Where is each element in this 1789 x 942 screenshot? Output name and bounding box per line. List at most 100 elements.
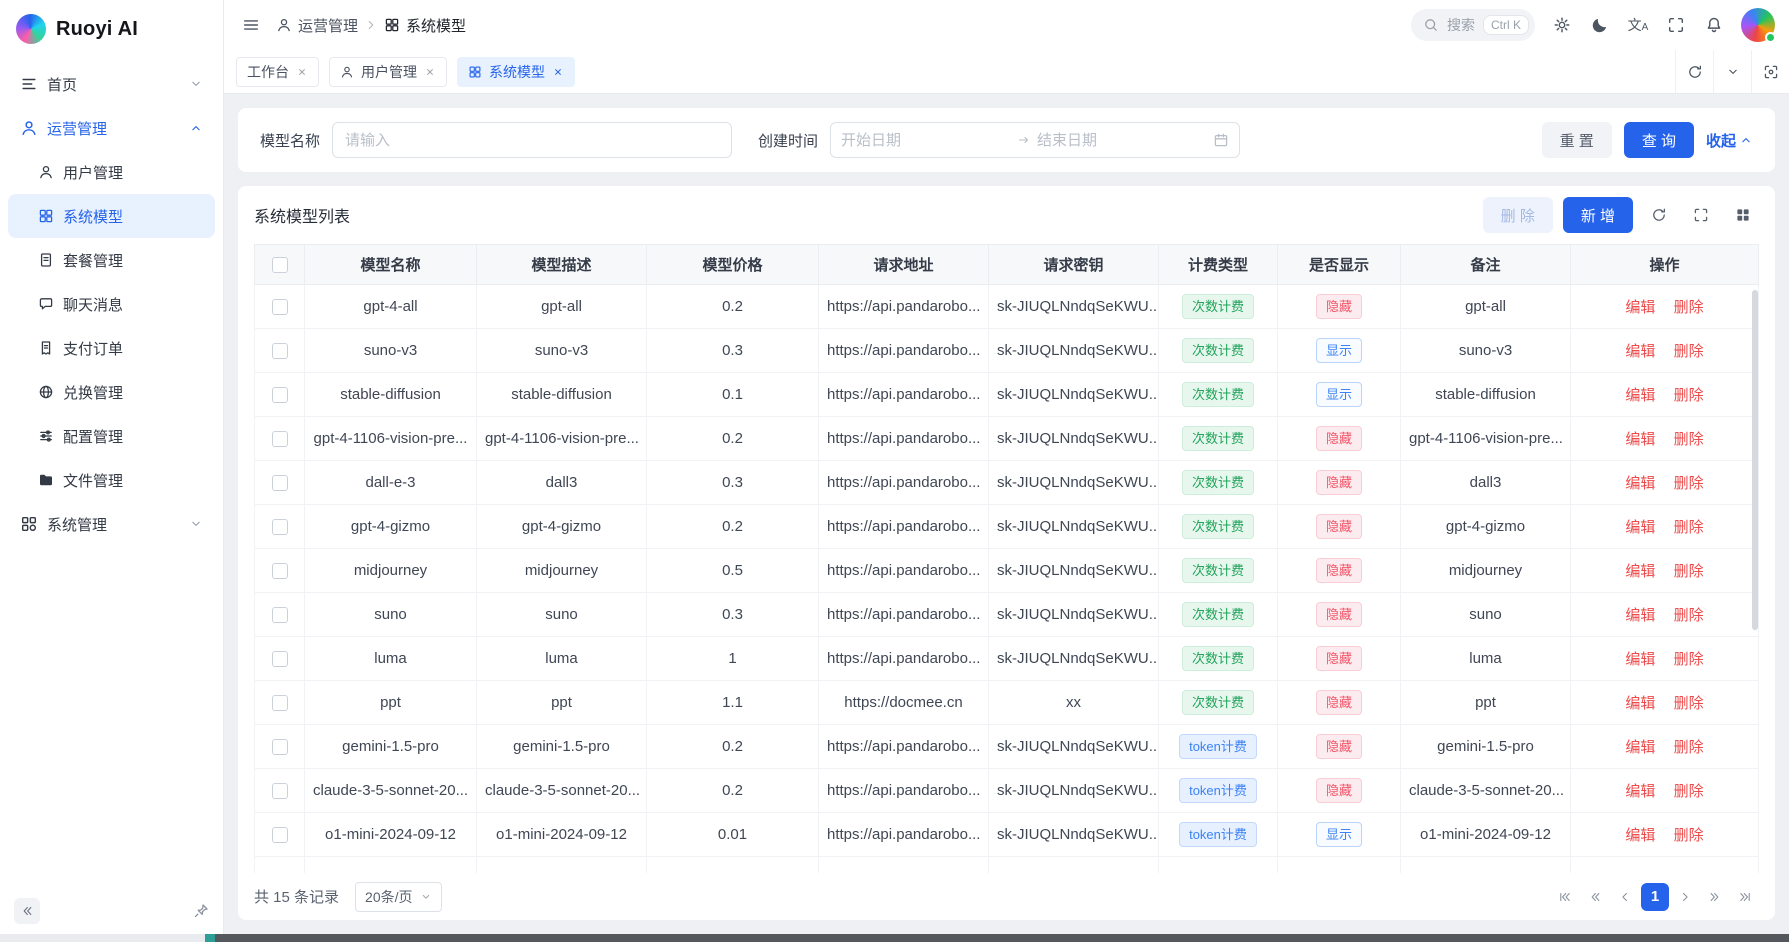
edit-link[interactable]: 编辑 — [1625, 299, 1655, 316]
tab-user-management[interactable]: 用户管理 — [329, 57, 447, 87]
dark-mode-button[interactable] — [1583, 8, 1617, 42]
row-checkbox[interactable] — [272, 739, 288, 755]
cell-billing-type: 次数计费 — [1159, 505, 1278, 549]
search-icon — [1423, 17, 1439, 33]
fullscreen-button[interactable] — [1659, 8, 1693, 42]
row-checkbox[interactable] — [272, 651, 288, 667]
page-number-button[interactable]: 1 — [1641, 883, 1669, 911]
tab-workbench[interactable]: 工作台 — [236, 57, 319, 87]
row-checkbox[interactable] — [272, 563, 288, 579]
sidebar-item-package-management[interactable]: 套餐管理 — [8, 238, 215, 282]
edit-link[interactable]: 编辑 — [1625, 431, 1655, 448]
global-search[interactable]: 搜索 Ctrl K — [1411, 9, 1535, 41]
settings-button[interactable] — [1545, 8, 1579, 42]
row-checkbox[interactable] — [272, 519, 288, 535]
delete-link[interactable]: 删除 — [1674, 607, 1704, 624]
delete-link[interactable]: 删除 — [1674, 431, 1704, 448]
edit-link[interactable]: 编辑 — [1625, 475, 1655, 492]
delete-link[interactable]: 删除 — [1674, 739, 1704, 756]
row-checkbox[interactable] — [272, 387, 288, 403]
sidebar-item-user-management[interactable]: 用户管理 — [8, 150, 215, 194]
last-page-button[interactable] — [1731, 883, 1759, 911]
edit-link[interactable]: 编辑 — [1625, 695, 1655, 712]
edit-link[interactable]: 编辑 — [1625, 387, 1655, 404]
expand-icon — [1693, 207, 1709, 223]
content-fullscreen-button[interactable] — [1751, 50, 1789, 93]
breadcrumb-system-model[interactable]: 系统模型 — [384, 15, 466, 36]
row-checkbox[interactable] — [272, 783, 288, 799]
scrollbar-thumb[interactable] — [1752, 290, 1758, 630]
tab-system-model[interactable]: 系统模型 — [457, 57, 575, 87]
sidebar-toggle-button[interactable] — [234, 8, 268, 42]
next-group-button[interactable] — [1701, 883, 1729, 911]
close-icon[interactable] — [296, 66, 308, 78]
sidebar-item-home[interactable]: 首页 — [8, 62, 215, 106]
prev-page-button[interactable] — [1611, 883, 1639, 911]
delete-link[interactable]: 删除 — [1674, 695, 1704, 712]
globe-icon — [38, 384, 54, 400]
pin-button[interactable] — [193, 903, 209, 919]
prev-group-button[interactable] — [1581, 883, 1609, 911]
model-name-input[interactable] — [332, 122, 732, 158]
edit-link[interactable]: 编辑 — [1625, 563, 1655, 580]
edit-link[interactable]: 编辑 — [1625, 739, 1655, 756]
row-checkbox[interactable] — [272, 695, 288, 711]
collapse-filters-link[interactable]: 收起 — [1706, 130, 1753, 151]
edit-link[interactable]: 编辑 — [1625, 827, 1655, 844]
add-button[interactable]: 新 增 — [1563, 197, 1633, 233]
sidebar-item-config-management[interactable]: 配置管理 — [8, 414, 215, 458]
page-size-select[interactable]: 20条/页 — [355, 882, 441, 912]
expand-table-button[interactable] — [1685, 199, 1717, 231]
row-checkbox[interactable] — [272, 431, 288, 447]
sidebar-item-chat-messages[interactable]: 聊天消息 — [8, 282, 215, 326]
date-range-picker[interactable] — [830, 122, 1240, 158]
cell-request-url: https://api.pandarobo... — [819, 461, 989, 505]
row-checkbox[interactable] — [272, 299, 288, 315]
notifications-button[interactable] — [1697, 8, 1731, 42]
close-icon[interactable] — [552, 66, 564, 78]
refresh-page-button[interactable] — [1675, 50, 1713, 93]
sidebar-item-system-model[interactable]: 系统模型 — [8, 194, 215, 238]
search-button[interactable]: 查 询 — [1624, 122, 1694, 158]
user-avatar[interactable] — [1741, 8, 1775, 42]
breadcrumb-operations[interactable]: 运营管理 — [276, 15, 358, 36]
row-checkbox[interactable] — [272, 607, 288, 623]
delete-link[interactable]: 删除 — [1674, 563, 1704, 580]
row-checkbox[interactable] — [272, 827, 288, 843]
row-checkbox[interactable] — [272, 343, 288, 359]
start-date-input[interactable] — [841, 132, 1011, 149]
delete-link[interactable]: 删除 — [1674, 783, 1704, 800]
sidebar-item-file-management[interactable]: 文件管理 — [8, 458, 215, 502]
edit-link[interactable]: 编辑 — [1625, 343, 1655, 360]
edit-link[interactable]: 编辑 — [1625, 651, 1655, 668]
sidebar-item-system-management[interactable]: 系统管理 — [8, 502, 215, 546]
cell-visibility: 显示 — [1278, 329, 1401, 373]
end-date-input[interactable] — [1037, 132, 1207, 149]
edit-link[interactable]: 编辑 — [1625, 519, 1655, 536]
column-settings-button[interactable] — [1727, 199, 1759, 231]
delete-link[interactable]: 删除 — [1674, 519, 1704, 536]
close-icon[interactable] — [424, 66, 436, 78]
batch-delete-button[interactable]: 删 除 — [1483, 197, 1553, 233]
delete-link[interactable]: 删除 — [1674, 827, 1704, 844]
first-page-button[interactable] — [1551, 883, 1579, 911]
sidebar-item-operations[interactable]: 运营管理 — [8, 106, 215, 150]
edit-link[interactable]: 编辑 — [1625, 783, 1655, 800]
tab-options-button[interactable] — [1713, 50, 1751, 93]
delete-link[interactable]: 删除 — [1674, 299, 1704, 316]
edit-link[interactable]: 编辑 — [1625, 607, 1655, 624]
row-checkbox-cell — [255, 813, 305, 857]
next-page-button[interactable] — [1671, 883, 1699, 911]
sidebar-item-exchange-management[interactable]: 兑换管理 — [8, 370, 215, 414]
sidebar-item-payment-orders[interactable]: 支付订单 — [8, 326, 215, 370]
sidebar-collapse-button[interactable] — [14, 898, 40, 924]
delete-link[interactable]: 删除 — [1674, 387, 1704, 404]
reset-button[interactable]: 重 置 — [1542, 122, 1612, 158]
select-all-checkbox[interactable] — [272, 257, 288, 273]
delete-link[interactable]: 删除 — [1674, 343, 1704, 360]
refresh-table-button[interactable] — [1643, 199, 1675, 231]
delete-link[interactable]: 删除 — [1674, 651, 1704, 668]
row-checkbox[interactable] — [272, 475, 288, 491]
language-button[interactable]: 文A — [1621, 8, 1655, 42]
delete-link[interactable]: 删除 — [1674, 475, 1704, 492]
